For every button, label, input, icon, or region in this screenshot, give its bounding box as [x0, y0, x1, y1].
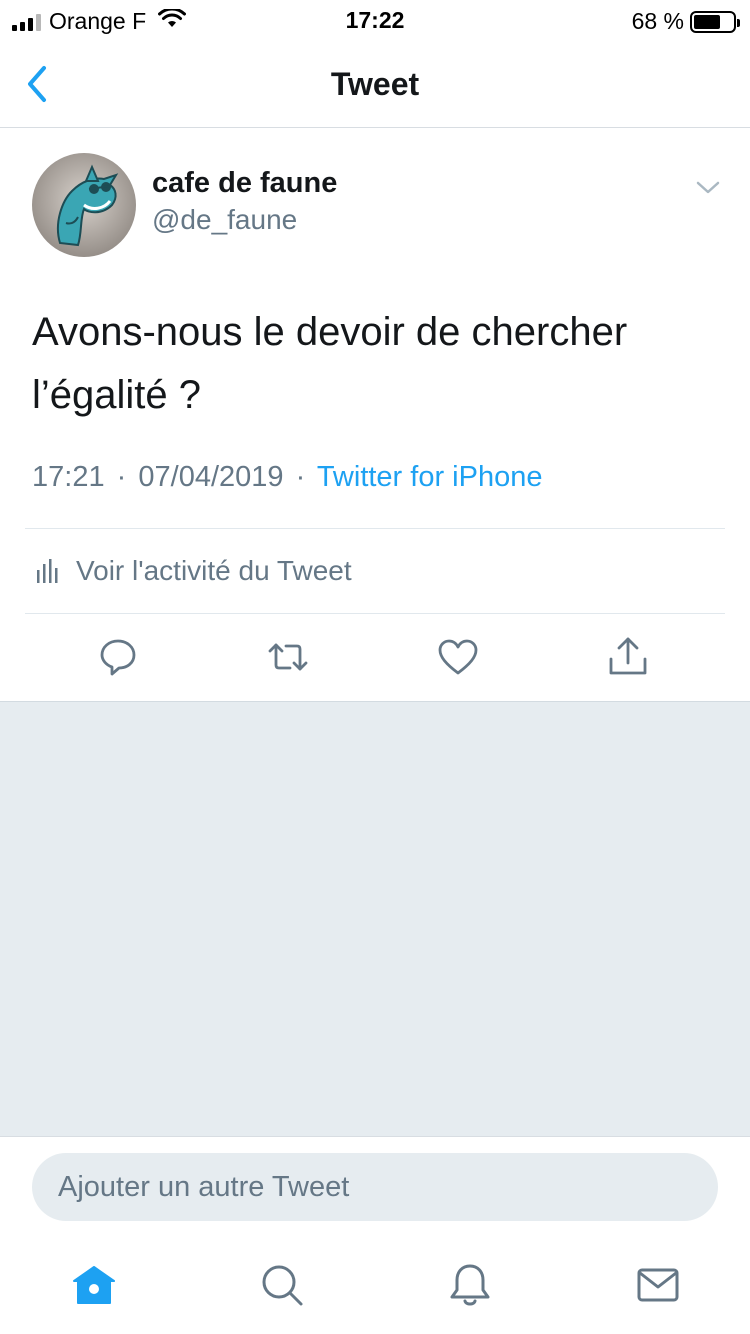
battery-icon [690, 10, 740, 33]
bottom-bar [0, 1136, 750, 1334]
reply-input[interactable] [32, 1153, 718, 1221]
reply-icon [100, 639, 136, 676]
author-name[interactable]: cafe de faune [152, 167, 337, 200]
heart-icon [438, 639, 478, 675]
tweet-actions [0, 629, 750, 685]
tweet-activity-label: Voir l'activité du Tweet [76, 555, 352, 586]
reply-button[interactable] [96, 635, 140, 679]
page-title: Tweet [330, 66, 420, 102]
tab-messages[interactable] [634, 1261, 682, 1309]
envelope-icon [637, 1268, 679, 1302]
more-options-button[interactable] [694, 177, 722, 197]
meta-separator: · [295, 461, 306, 493]
search-icon [262, 1265, 303, 1306]
battery-level [694, 14, 720, 29]
navigation-bar: Tweet [0, 42, 750, 128]
share-icon [609, 637, 647, 675]
home-icon [73, 1266, 115, 1304]
tab-notifications[interactable] [446, 1261, 494, 1309]
replies-area [0, 701, 750, 1136]
share-button[interactable] [606, 635, 650, 679]
tweet-source-link[interactable]: Twitter for iPhone [317, 461, 543, 493]
retweet-icon [268, 643, 308, 671]
tweet-detail-screen: Orange F 17:22 68 % Tweet cafe de faune … [0, 0, 750, 1334]
status-bar-right: 68 % [631, 8, 740, 35]
tweet-time: 17:21 [32, 461, 105, 493]
tweet-meta: 17:21 · 07/04/2019 · Twitter for iPhone [32, 461, 542, 494]
divider [25, 528, 725, 529]
analytics-icon [37, 559, 58, 583]
tweet-date: 07/04/2019 [138, 461, 284, 493]
divider [25, 613, 725, 614]
status-bar: Orange F 17:22 68 % [0, 0, 750, 42]
tab-home[interactable] [70, 1261, 118, 1309]
bell-icon [450, 1264, 490, 1306]
author-handle[interactable]: @de_faune [152, 204, 297, 236]
tweet-text: Avons-nous le devoir de chercher l’égali… [32, 310, 628, 417]
chevron-down-icon [696, 181, 720, 194]
tweet-activity-button[interactable]: Voir l'activité du Tweet [36, 555, 352, 587]
meta-separator: · [116, 461, 127, 493]
avatar[interactable] [32, 153, 136, 257]
shark-avatar-icon [32, 153, 136, 257]
tweet: cafe de faune @de_faune Avons-nous le de… [0, 129, 750, 701]
like-button[interactable] [436, 635, 480, 679]
tab-search[interactable] [258, 1261, 306, 1309]
battery-percent: 68 % [631, 8, 684, 34]
retweet-button[interactable] [266, 635, 310, 679]
